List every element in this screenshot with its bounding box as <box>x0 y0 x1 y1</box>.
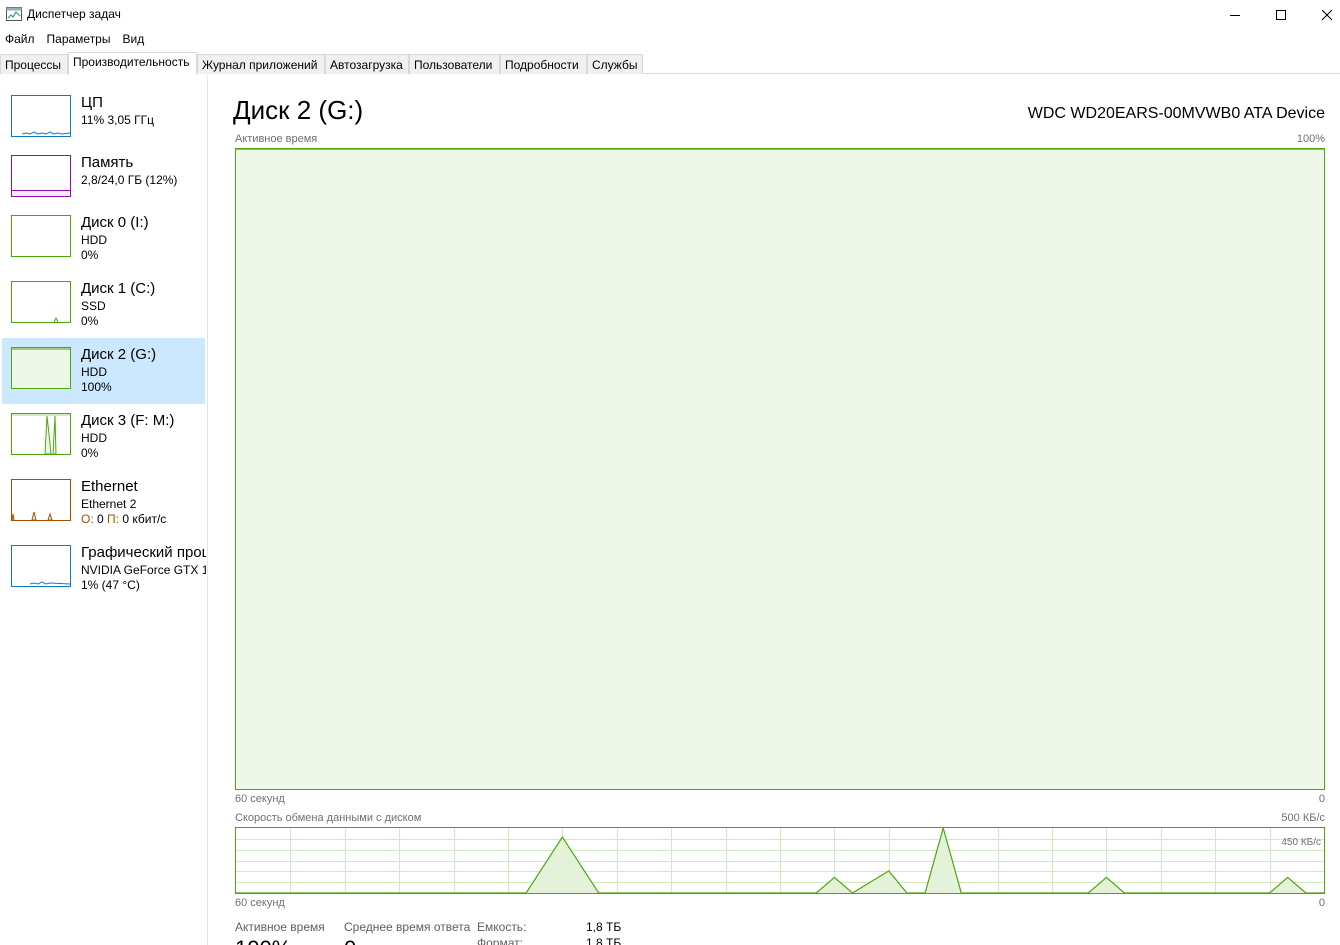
minimize-button[interactable] <box>1212 0 1258 30</box>
send-label: О: <box>81 512 94 526</box>
sidebar-item-detail: 11% 3,05 ГГц <box>81 113 155 127</box>
disk-3-thumbnail-graph <box>11 413 71 455</box>
stat-capacity-label: Емкость: <box>477 920 527 934</box>
chart-active-time-x-right: 0 <box>1318 793 1325 805</box>
sidebar-item-title: Диск 2 (G:) <box>81 346 157 363</box>
disk-1-thumbnail-graph <box>11 281 71 323</box>
receive-value: 0 кбит/с <box>122 512 167 526</box>
sidebar-item-disk-0[interactable]: Диск 0 (I:) HDD 0% <box>2 207 205 273</box>
sidebar-item-type: HDD <box>81 431 107 445</box>
sidebar-item-throughput: О: 0 П: 0 кбит/с <box>81 512 166 526</box>
resource-sidebar: ЦП 11% 3,05 ГГц Память 2,8/24,0 ГБ (12%)… <box>0 75 208 945</box>
memory-thumbnail-graph <box>11 155 71 197</box>
gpu-thumbnail-graph <box>11 545 71 587</box>
sidebar-item-disk-1[interactable]: Диск 1 (C:) SSD 0% <box>2 273 205 339</box>
stat-formatted-value: 1,8 ТБ <box>586 936 622 945</box>
window-title: Диспетчер задач <box>27 7 121 21</box>
active-time-chart <box>235 148 1325 790</box>
close-button[interactable] <box>1304 0 1340 30</box>
tab-users[interactable]: Пользователи <box>409 54 500 74</box>
chart-transfer-x-right: 0 <box>1318 897 1325 909</box>
disk-2-thumbnail-graph <box>11 347 71 389</box>
sidebar-item-cpu[interactable]: ЦП 11% 3,05 ГГц <box>2 87 205 153</box>
ethernet-thumbnail-graph <box>11 479 71 521</box>
tab-startup[interactable]: Автозагрузка <box>325 54 409 74</box>
sidebar-item-title: Графический процессор 0 <box>81 544 206 561</box>
tab-app-history[interactable]: Журнал приложений <box>197 54 325 74</box>
transfer-rate-chart <box>235 827 1325 894</box>
tab-details[interactable]: Подробности <box>500 54 587 74</box>
chart-active-time-label: Активное время <box>235 133 318 145</box>
menu-view[interactable]: Вид <box>117 30 149 50</box>
menu-options[interactable]: Параметры <box>42 30 116 50</box>
sidebar-item-title: Диск 1 (C:) <box>81 280 156 297</box>
sidebar-item-usage: 1% (47 °C) <box>81 578 140 592</box>
tab-strip: Процессы Производительность Журнал прило… <box>0 52 1340 75</box>
task-manager-icon <box>6 7 22 21</box>
chart-transfer-max: 500 КБ/с <box>1281 812 1325 824</box>
disk-0-thumbnail-graph <box>11 215 71 257</box>
close-icon <box>1322 10 1332 20</box>
sidebar-item-detail: Ethernet 2 <box>81 497 137 511</box>
sidebar-item-usage: 100% <box>81 380 112 394</box>
tab-performance[interactable]: Производительность <box>68 52 197 75</box>
chart-transfer-x-left: 60 секунд <box>235 897 285 909</box>
receive-label: П: <box>107 512 120 526</box>
sidebar-item-title: Диск 3 (F: M:) <box>81 412 175 429</box>
sidebar-item-title: Диск 0 (I:) <box>81 214 149 231</box>
sidebar-item-disk-3[interactable]: Диск 3 (F: M:) HDD 0% <box>2 405 205 471</box>
sidebar-item-type: HDD <box>81 233 107 247</box>
sidebar-item-detail: NVIDIA GeForce GTX 1070 <box>81 563 206 577</box>
sidebar-item-usage: 0% <box>81 314 99 328</box>
sidebar-item-usage: 0% <box>81 446 99 460</box>
sidebar-item-type: SSD <box>81 299 106 313</box>
menu-bar: Файл Параметры Вид <box>0 30 151 50</box>
maximize-icon <box>1276 10 1286 20</box>
stat-active-time-label: Активное время <box>235 920 325 934</box>
page-title: Диск 2 (G:) <box>233 95 364 125</box>
sidebar-item-usage: 0% <box>81 248 99 262</box>
sidebar-item-title: Ethernet <box>81 478 138 495</box>
sidebar-item-title: ЦП <box>81 94 103 111</box>
cpu-thumbnail-graph <box>11 95 71 137</box>
stat-avg-response-value: 0 <box>344 936 356 945</box>
device-name: WDC WD20EARS-00MVWB0 ATA Device <box>1027 105 1325 122</box>
menu-file[interactable]: Файл <box>0 30 40 50</box>
title-bar: Диспетчер задач <box>0 0 1340 30</box>
sidebar-item-detail: 2,8/24,0 ГБ (12%) <box>81 173 178 187</box>
minimize-icon <box>1230 15 1240 16</box>
tab-processes[interactable]: Процессы <box>0 54 68 74</box>
chart-active-time-x-left: 60 секунд <box>235 793 285 805</box>
sidebar-item-memory[interactable]: Память 2,8/24,0 ГБ (12%) <box>2 147 205 213</box>
sidebar-item-disk-2[interactable]: Диск 2 (G:) HDD 100% <box>2 338 205 404</box>
sidebar-item-ethernet[interactable]: Ethernet Ethernet 2 О: 0 П: 0 кбит/с <box>2 471 205 537</box>
chart-transfer-label: Скорость обмена данными с диском <box>235 812 422 824</box>
sidebar-item-gpu[interactable]: Графический процессор 0 NVIDIA GeForce G… <box>2 537 206 603</box>
stat-active-time-value: 100% <box>235 936 291 945</box>
stat-avg-response-label: Среднее время ответа <box>344 920 471 934</box>
series-area <box>236 149 1324 789</box>
send-value: 0 <box>97 512 104 526</box>
stat-capacity-value: 1,8 ТБ <box>586 920 622 934</box>
tab-services[interactable]: Службы <box>587 54 643 74</box>
sidebar-item-type: HDD <box>81 365 107 379</box>
sidebar-item-title: Память <box>81 154 134 171</box>
chart-transfer-secondary: 450 КБ/с <box>1281 837 1321 848</box>
stat-formatted-label: Формат: <box>477 936 523 945</box>
maximize-button[interactable] <box>1258 0 1304 30</box>
chart-active-time-max: 100% <box>1296 133 1325 145</box>
